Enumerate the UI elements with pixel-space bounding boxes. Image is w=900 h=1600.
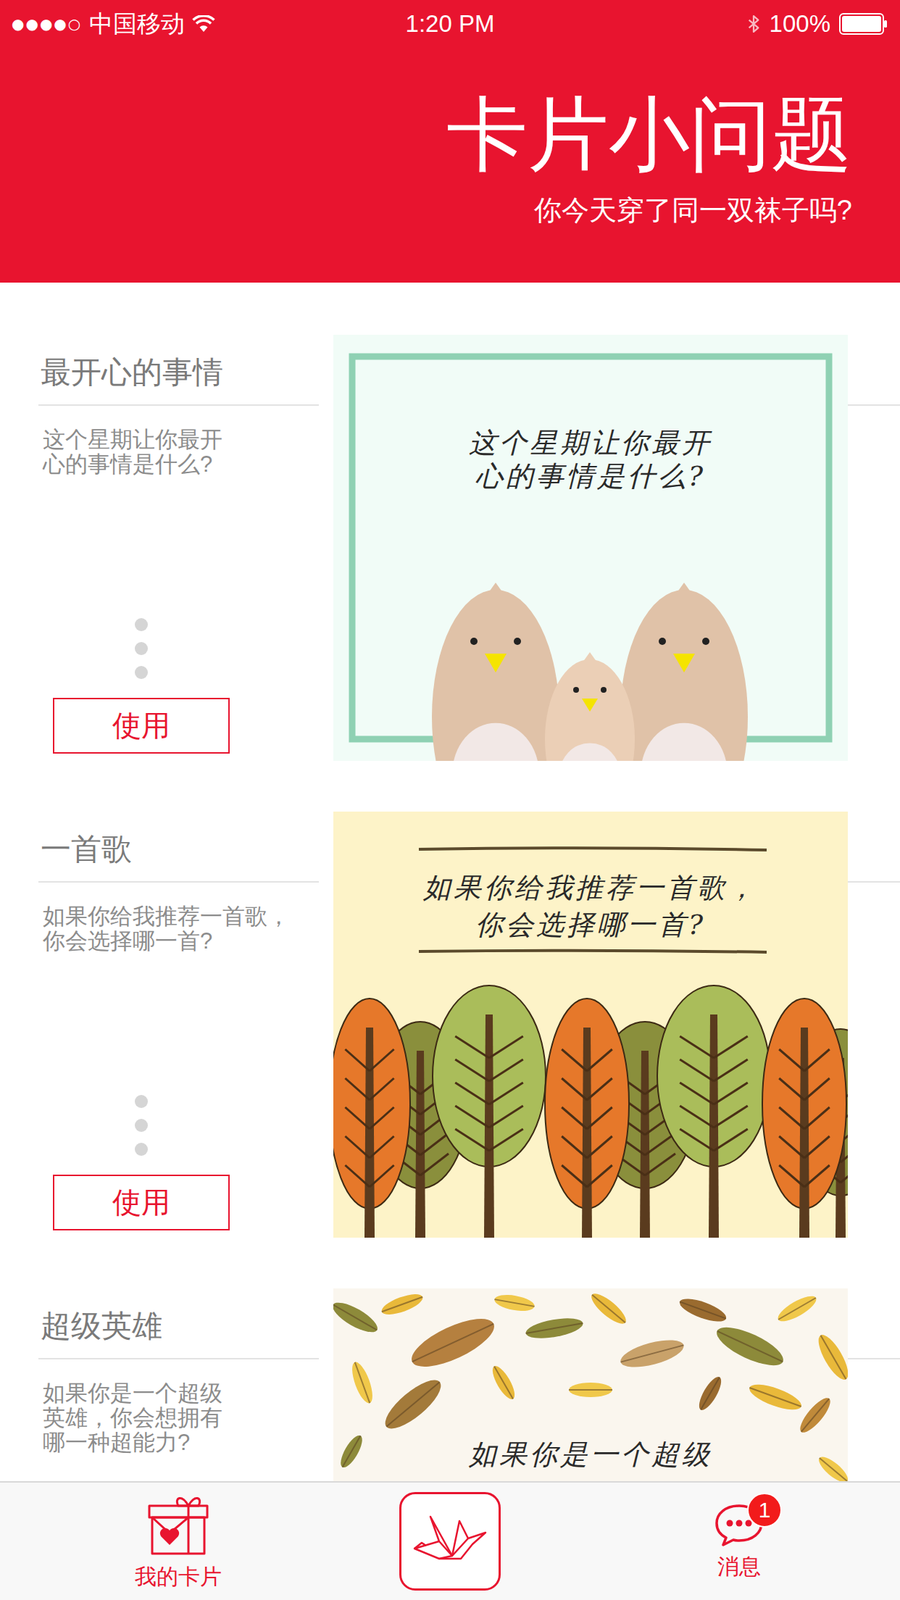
- card-list: 最开心的事情这个星期让你最开心的事情是什么?使用这个星期让你最开心的事情是什么?…: [0, 282, 900, 1482]
- divider-line: [847, 881, 900, 883]
- card-description: 这个星期让你最开心的事情是什么?: [38, 427, 319, 477]
- more-icon[interactable]: [52, 1094, 230, 1156]
- bluetooth-icon: [746, 13, 761, 35]
- status-left: ●●●●○ 中国移动: [11, 7, 406, 41]
- description-line: 这个星期让你最开: [42, 427, 319, 453]
- description-line: 如果你是一个超级: [42, 1381, 319, 1406]
- birds-illustration: [333, 334, 848, 761]
- paper-crane-icon[interactable]: [410, 1512, 490, 1571]
- card-info: 最开心的事情这个星期让你最开心的事情是什么? 使用: [0, 334, 334, 761]
- image-text-line: 如果你给我推荐一首歌，: [333, 869, 848, 907]
- card-image-text: 如果你是一个超级: [333, 1437, 848, 1472]
- clock: 1:20 PM: [405, 10, 495, 38]
- header: 卡片小问题你今天穿了同一双袜子吗?: [0, 47, 900, 283]
- card-gutter: [847, 1288, 900, 1482]
- card-gutter: [847, 811, 900, 1238]
- divider-line: [847, 1357, 900, 1360]
- image-text-line: 如果你是一个超级: [333, 1437, 848, 1472]
- divider-line: [847, 404, 900, 406]
- card: 超级英雄如果你是一个超级英雄，你会想拥有哪一种超能力?如果你是一个超级: [0, 1288, 900, 1482]
- unread-badge: 1: [747, 1492, 782, 1528]
- description-line: 心的事情是什么?: [42, 452, 319, 477]
- card-gutter: [847, 334, 900, 761]
- compose-button[interactable]: [399, 1492, 501, 1591]
- tab-item[interactable]: 1 消息: [578, 1502, 900, 1580]
- image-text-line: 你会选择哪一首?: [333, 906, 848, 944]
- signal-strength: ●●●●○: [11, 15, 82, 33]
- card: 最开心的事情这个星期让你最开心的事情是什么?使用这个星期让你最开心的事情是什么?: [0, 334, 900, 761]
- more-dot: [134, 1142, 148, 1156]
- battery-icon: [839, 13, 889, 35]
- wifi-icon: [192, 15, 216, 33]
- carrier: 中国移动: [89, 7, 185, 41]
- more-dot: [134, 642, 148, 656]
- gift-icon[interactable]: [144, 1492, 212, 1557]
- more-dot: [134, 618, 148, 632]
- card-info: 超级英雄如果你是一个超级英雄，你会想拥有哪一种超能力?: [0, 1288, 334, 1482]
- card-info: 一首歌如果你给我推荐一首歌，你会选择哪一首? 使用: [0, 811, 334, 1238]
- card-image[interactable]: 如果你是一个超级: [333, 1288, 848, 1482]
- card-title: 最开心的事情: [38, 334, 319, 406]
- tab-icon-wrap: [144, 1492, 212, 1560]
- top-bar: ●●●●○ 中国移动 1:20 PM 100% 卡片小问题你今天穿了同一双袜子吗?: [0, 0, 900, 283]
- card: 一首歌如果你给我推荐一首歌，你会选择哪一首?使用如果你给我推荐一首歌，你会选择哪…: [0, 811, 900, 1238]
- more-dot: [134, 1094, 148, 1108]
- description-line: 你会选择哪一首?: [42, 928, 319, 954]
- page-subtitle: 你今天穿了同一双袜子吗?: [534, 192, 853, 229]
- image-text-line: 这个星期让你最开: [333, 426, 848, 460]
- description-line: 如果你给我推荐一首歌，: [42, 904, 319, 929]
- description-line: 英雄，你会想拥有: [42, 1405, 319, 1431]
- tab-bar: 我的卡片 1 消息: [0, 1481, 900, 1600]
- use-button[interactable]: 使用: [52, 697, 230, 754]
- card-title: 一首歌: [38, 811, 319, 883]
- tab-label: 我的卡片: [134, 1563, 222, 1590]
- card-image-text: 这个星期让你最开心的事情是什么?: [333, 426, 848, 493]
- image-text-line: 心的事情是什么?: [333, 459, 848, 493]
- card-description: 如果你是一个超级英雄，你会想拥有哪一种超能力?: [38, 1381, 319, 1456]
- card-image[interactable]: 如果你给我推荐一首歌，你会选择哪一首?: [333, 811, 848, 1238]
- description-line: 哪一种超能力?: [42, 1430, 319, 1456]
- status-right: 100%: [494, 10, 889, 38]
- tab-icon-wrap: 1: [713, 1502, 765, 1550]
- use-button[interactable]: 使用: [52, 1174, 230, 1231]
- card-image[interactable]: 这个星期让你最开心的事情是什么?: [333, 334, 848, 761]
- more-dot: [134, 665, 148, 679]
- app-screen: ●●●●○中国移动1:20 PM100%卡片小问题你今天穿了同一双袜子吗?最开心…: [0, 0, 900, 1600]
- battery-fill: [842, 15, 882, 32]
- status-bar: ●●●●○ 中国移动 1:20 PM 100%: [0, 0, 900, 48]
- page-title: 卡片小问题: [446, 89, 853, 179]
- battery-percent: 100%: [769, 10, 831, 38]
- more-icon[interactable]: [52, 618, 230, 679]
- more-dot: [134, 1118, 148, 1132]
- tab-label: 消息: [717, 1553, 761, 1580]
- card-image-text: 如果你给我推荐一首歌，你会选择哪一首?: [333, 869, 848, 944]
- tab-item[interactable]: 我的卡片: [0, 1492, 357, 1590]
- card-title: 超级英雄: [38, 1288, 319, 1360]
- card-description: 如果你给我推荐一首歌，你会选择哪一首?: [38, 904, 319, 954]
